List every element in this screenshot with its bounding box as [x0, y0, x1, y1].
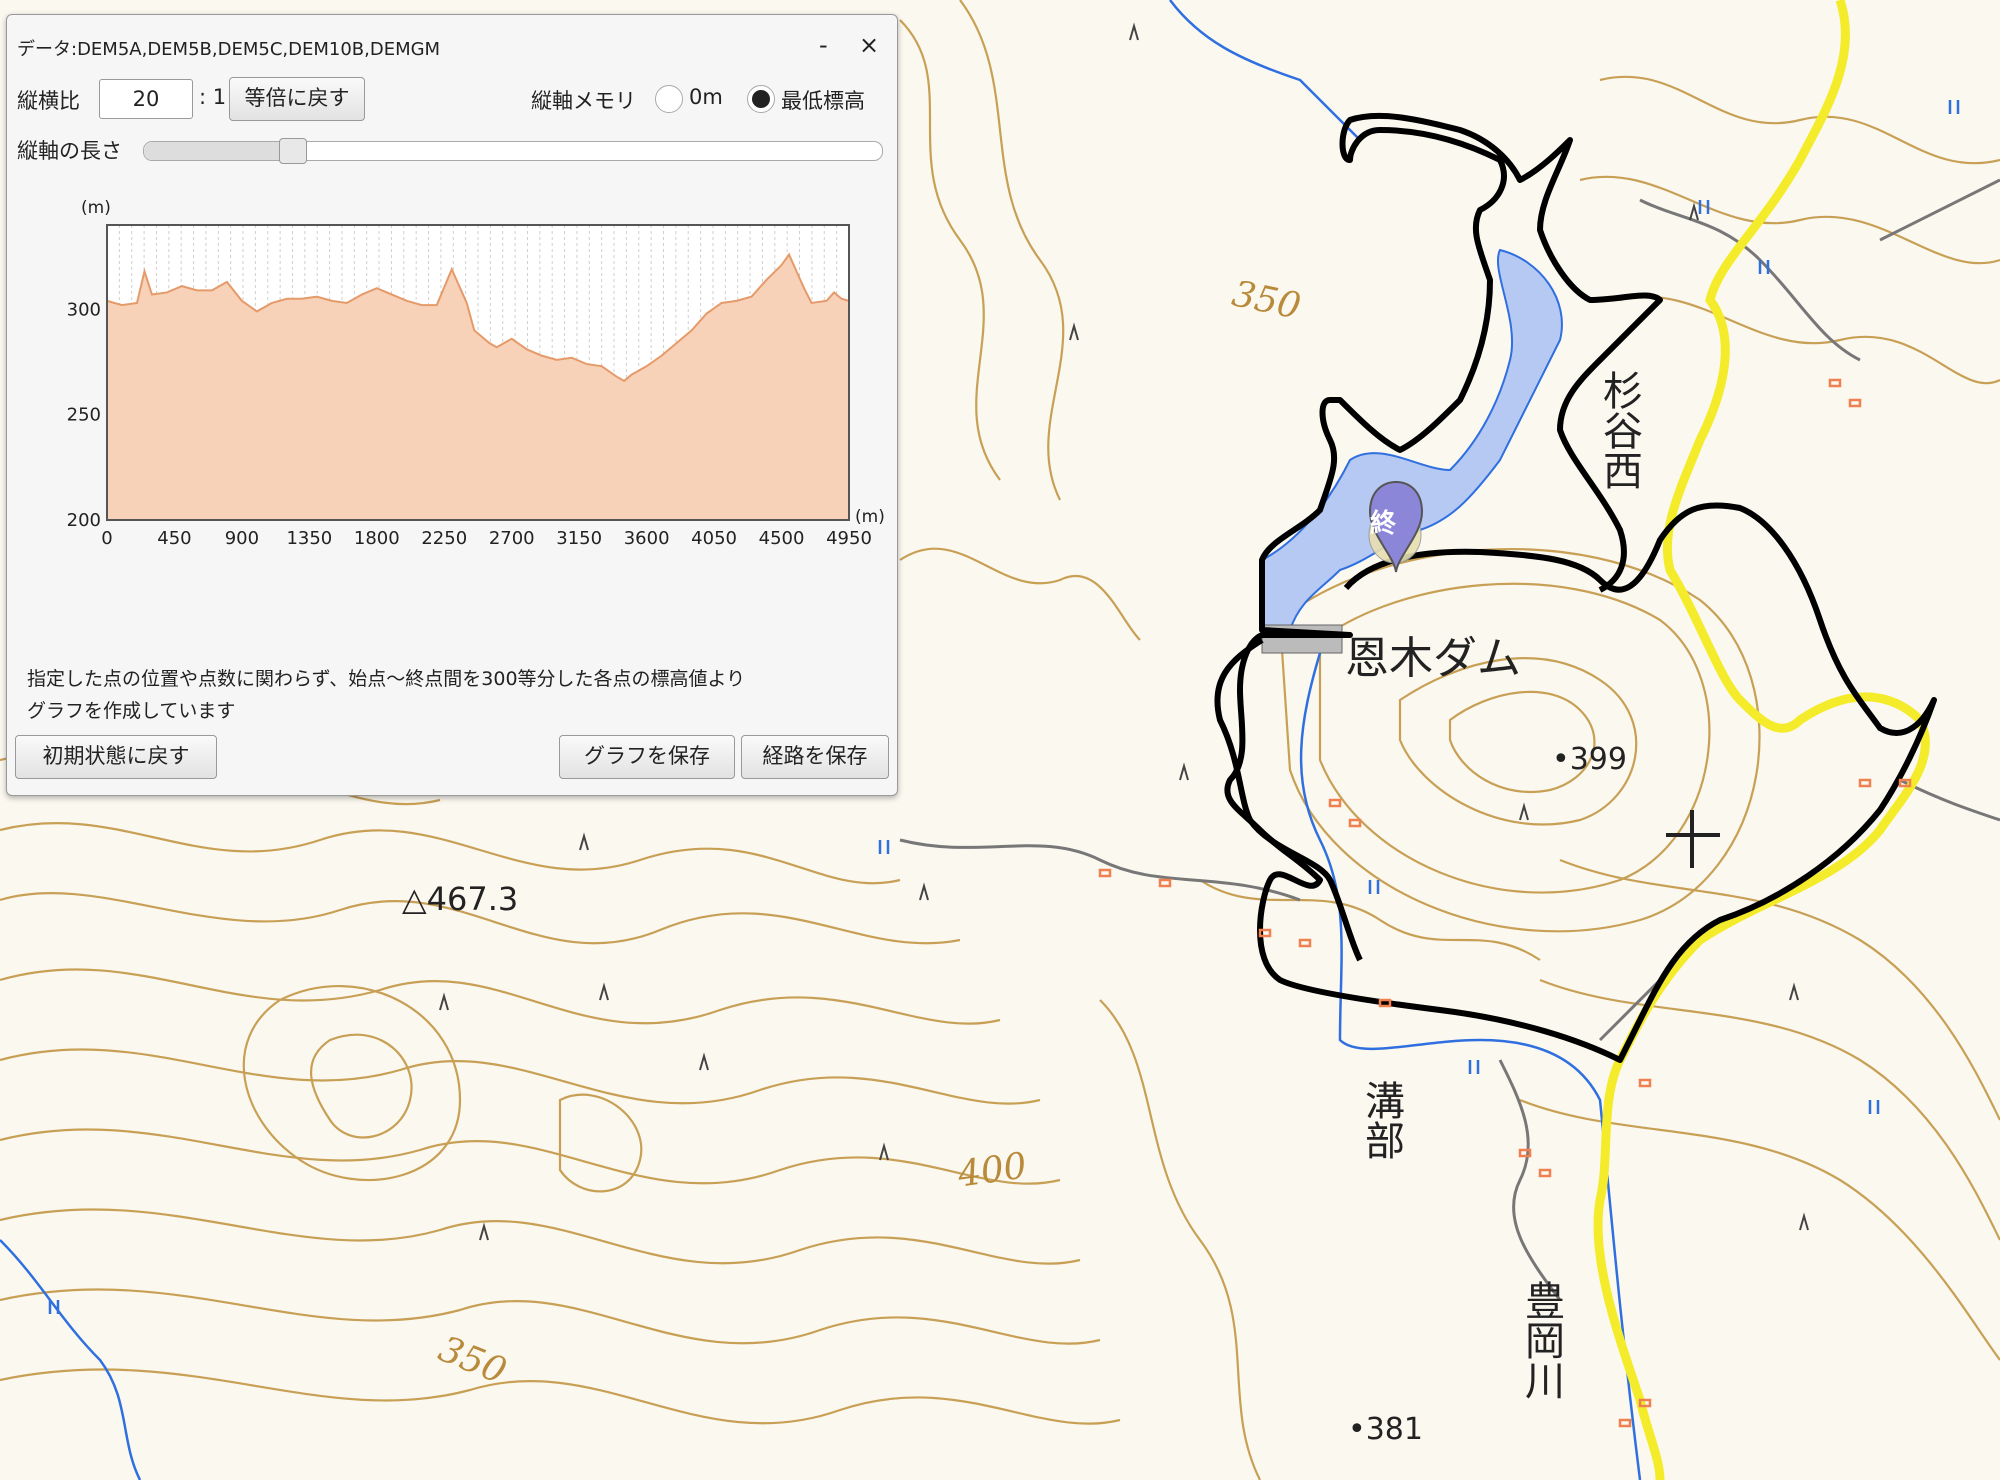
aspect-ratio-label: 縦横比: [17, 89, 80, 113]
chart-note-line2: グラフを作成しています: [27, 700, 236, 722]
river-label: 豊岡川: [1518, 1280, 1564, 1400]
x-tick-label: 2250: [421, 528, 467, 549]
peak-label-381: •381: [1348, 1412, 1423, 1447]
aspect-ratio-suffix: : 1: [199, 85, 227, 109]
x-tick-label: 4950: [826, 528, 872, 549]
x-tick-label: 900: [225, 528, 259, 549]
x-tick-label: 2700: [489, 528, 535, 549]
x-tick-label: 1800: [354, 528, 400, 549]
dam-label: 恩木ダム: [1345, 633, 1521, 684]
radio-zero[interactable]: [655, 85, 683, 113]
x-tick-label: 450: [157, 528, 191, 549]
axis-length-slider[interactable]: [143, 138, 883, 164]
panel-title: データ:DEM5A,DEM5B,DEM5C,DEM10B,DEMGM: [17, 39, 441, 60]
aspect-ratio-input[interactable]: 20: [99, 79, 193, 119]
x-tick-label: 0: [101, 528, 112, 549]
x-tick-label: 4050: [691, 528, 737, 549]
peak-label-399: •399: [1552, 742, 1627, 777]
y-axis-unit: (m): [81, 198, 111, 218]
x-tick-label: 3600: [624, 528, 670, 549]
y-tick-label: 200: [67, 510, 101, 531]
x-tick-label: 1350: [286, 528, 332, 549]
y-tick-label: 250: [67, 405, 101, 426]
chart-note: 指定した点の位置や点数に関わらず、始点～終点間を300等分した各点の標高値より …: [27, 663, 887, 727]
axis-length-slider-thumb[interactable]: [278, 138, 307, 164]
save-graph-button[interactable]: グラフを保存: [559, 735, 735, 779]
axis-memory-label: 縦軸メモリ: [531, 89, 636, 113]
x-tick-label: 3150: [556, 528, 602, 549]
x-axis-unit: (m): [855, 507, 885, 527]
chart-note-line1: 指定した点の位置や点数に関わらず、始点～終点間を300等分した各点の標高値より: [27, 668, 746, 690]
place-label-mizobe: 溝部: [1358, 1080, 1404, 1160]
radio-zero-label: 0m: [689, 85, 723, 109]
reset-initial-button[interactable]: 初期状態に戻す: [15, 735, 217, 779]
radio-min-elevation[interactable]: [747, 85, 775, 113]
radio-min-elevation-label: 最低標高: [781, 89, 865, 113]
save-route-button[interactable]: 経路を保存: [741, 735, 889, 779]
elevation-chart: 0 450 900 1350 1800 2250 2700 3150 3600 4050 4500 4…: [67, 198, 885, 549]
close-button[interactable]: ×: [859, 31, 879, 59]
axis-length-slider-fill: [144, 142, 292, 160]
reset-ratio-button[interactable]: 等倍に戻す: [229, 77, 365, 121]
elevation-profile-panel: データ:DEM5A,DEM5B,DEM5C,DEM10B,DEMGM - × 縦…: [6, 14, 898, 796]
y-tick-label: 300: [67, 299, 101, 320]
x-tick-label: 4500: [759, 528, 805, 549]
minimize-button[interactable]: -: [819, 31, 828, 59]
axis-length-label: 縦軸の長さ: [17, 139, 122, 163]
summit-label: △467.3: [402, 880, 519, 918]
end-marker-label: 終: [1370, 508, 1397, 539]
place-label-suginishi: 杉谷西: [1596, 370, 1642, 490]
